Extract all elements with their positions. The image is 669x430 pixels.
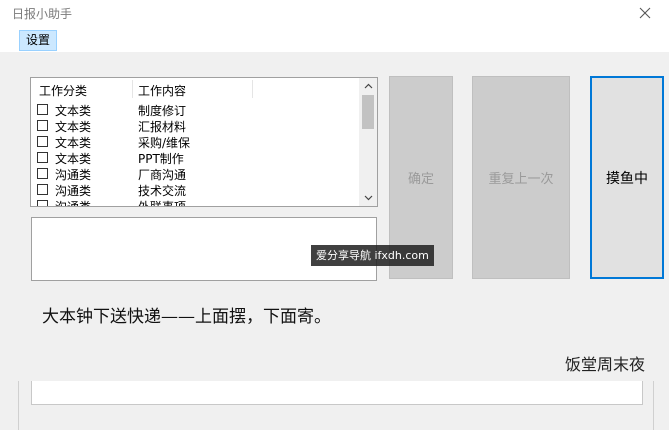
row-category: 文本类 (55, 104, 92, 118)
caption-author: 饭堂周末夜 (565, 355, 646, 374)
column-header-content[interactable]: 工作内容 (138, 82, 186, 99)
caption-text: 大本钟下送快递——上面摆，下面寄。 (42, 307, 331, 327)
row-checkbox[interactable] (37, 152, 48, 163)
scroll-down-button[interactable] (359, 190, 377, 206)
row-content: 制度修订 (138, 104, 187, 118)
repeat-last-button[interactable]: 重复上一次 (472, 76, 570, 279)
row-category: 沟通类 (55, 184, 92, 198)
row-checkbox[interactable] (37, 200, 48, 206)
title-bar (0, 0, 669, 28)
row-checkbox[interactable] (37, 184, 48, 195)
row-content: PPT制作 (138, 152, 184, 166)
column-separator[interactable] (252, 80, 253, 98)
close-button[interactable] (628, 1, 662, 25)
row-category: 文本类 (55, 120, 92, 134)
row-content: 技术交流 (138, 184, 187, 198)
row-category: 文本类 (55, 152, 92, 166)
window-title: 日报小助手 (12, 7, 73, 21)
row-content: 厂商沟通 (138, 168, 187, 182)
row-category: 文本类 (55, 136, 92, 150)
scroll-thumb[interactable] (362, 95, 374, 129)
row-checkbox[interactable] (37, 104, 48, 115)
chevron-down-icon (364, 195, 372, 201)
column-separator[interactable] (132, 80, 133, 98)
row-checkbox[interactable] (37, 168, 48, 179)
watermark-label: 爱分享导航 ifxdh.com (311, 245, 434, 266)
scroll-up-button[interactable] (359, 78, 377, 94)
task-list[interactable]: 工作分类 工作内容 文本类 制度修订 文本类 汇报材料 文本类 采购/维保 文本… (30, 77, 378, 207)
output-text-area[interactable] (31, 381, 643, 405)
row-checkbox[interactable] (37, 120, 48, 131)
chevron-up-icon (364, 83, 372, 89)
menu-bar (0, 28, 669, 52)
close-icon (639, 7, 651, 19)
row-category: 沟通类 (55, 200, 92, 207)
row-checkbox[interactable] (37, 136, 48, 147)
task-list-scrollbar[interactable] (359, 78, 377, 206)
column-header-category[interactable]: 工作分类 (39, 82, 87, 99)
slacking-button[interactable]: 摸鱼中 (590, 76, 664, 279)
row-content: 汇报材料 (138, 120, 187, 134)
menu-item-settings[interactable]: 设置 (19, 30, 58, 51)
row-content: 外联事项 (138, 200, 187, 207)
row-category: 沟通类 (55, 168, 92, 182)
row-content: 采购/维保 (138, 136, 191, 150)
